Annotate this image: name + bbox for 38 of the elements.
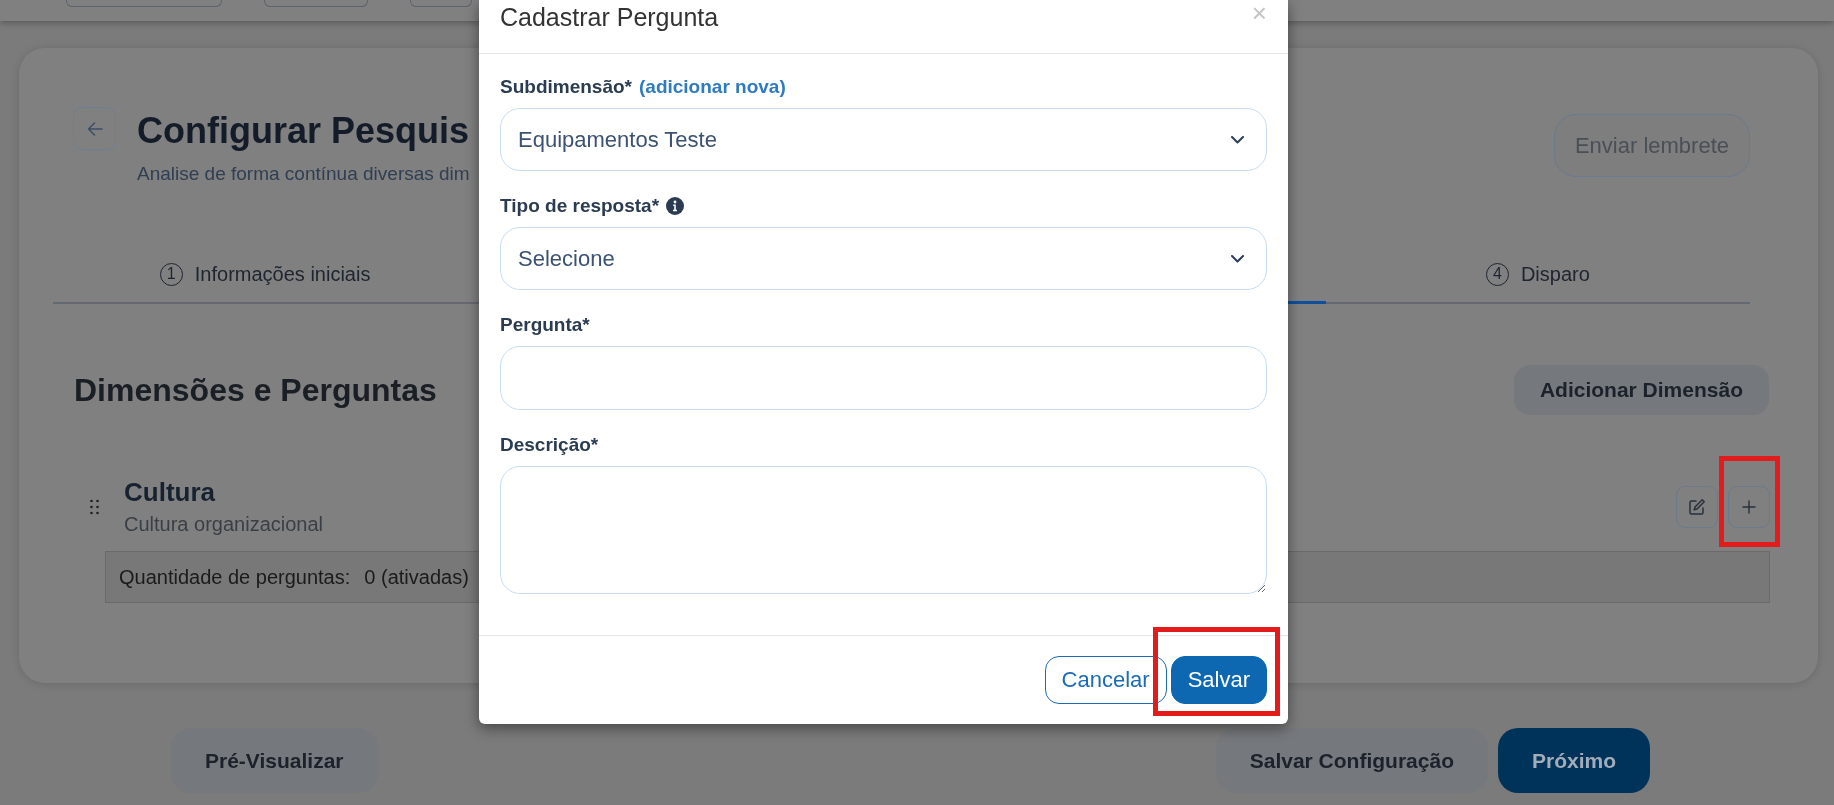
plus-icon: [1742, 499, 1756, 514]
dropdown-field[interactable]: Selecione: [500, 227, 1267, 290]
dropdown-field[interactable]: Equipamentos Teste: [500, 108, 1267, 171]
next-button[interactable]: Próximo: [1497, 728, 1650, 793]
page-title: Configurar Pesquis: [137, 110, 470, 152]
info-icon[interactable]: [666, 197, 685, 215]
add-dimension-button[interactable]: Adicionar Dimensão: [1513, 365, 1769, 415]
back-button[interactable]: [73, 107, 116, 150]
dimension-description: Cultura organizacional: [124, 512, 323, 536]
back-arrow-icon: [86, 121, 103, 136]
header-button[interactable]: [264, 0, 368, 7]
page-subtitle: Analise de forma contínua diversas dim: [137, 162, 470, 186]
header-button[interactable]: [410, 0, 472, 7]
cancel-button[interactable]: Cancelar: [1044, 656, 1167, 704]
secondary-button[interactable]: Salvar Configuração: [1215, 728, 1488, 793]
text-input-field[interactable]: [500, 346, 1267, 410]
modal-title: Cadastrar Pergunta: [500, 2, 719, 32]
chevron-down-icon: [1231, 254, 1244, 263]
chevron-down-icon: [1231, 135, 1244, 144]
header-button[interactable]: [66, 0, 222, 7]
add-new-link[interactable]: (adicionar nova): [639, 76, 786, 98]
section-title: Dimensões e Perguntas: [74, 371, 437, 409]
step-tab[interactable]: 1 Informações iniciais: [53, 262, 478, 304]
add-question-button[interactable]: [1728, 485, 1770, 528]
edit-button[interactable]: [1676, 485, 1718, 528]
field-label: Descrição*: [500, 434, 599, 456]
drag-handle-icon[interactable]: [90, 498, 99, 515]
edit-icon: [1688, 497, 1706, 516]
dimension-title: Cultura: [124, 477, 215, 507]
field-label: Subdimensão*: [500, 76, 632, 98]
count-value: 0 (ativadas): [364, 565, 469, 589]
step-tab[interactable]: 4 Disparo: [1325, 262, 1750, 304]
textarea-field[interactable]: [500, 466, 1267, 594]
save-button[interactable]: Salvar: [1170, 656, 1267, 704]
count-label: Quantidade de perguntas:: [119, 565, 351, 589]
field-label: Pergunta*: [500, 314, 590, 336]
secondary-button[interactable]: Pré-Visualizar: [171, 728, 378, 793]
field-label: Tipo de resposta*: [500, 195, 660, 217]
